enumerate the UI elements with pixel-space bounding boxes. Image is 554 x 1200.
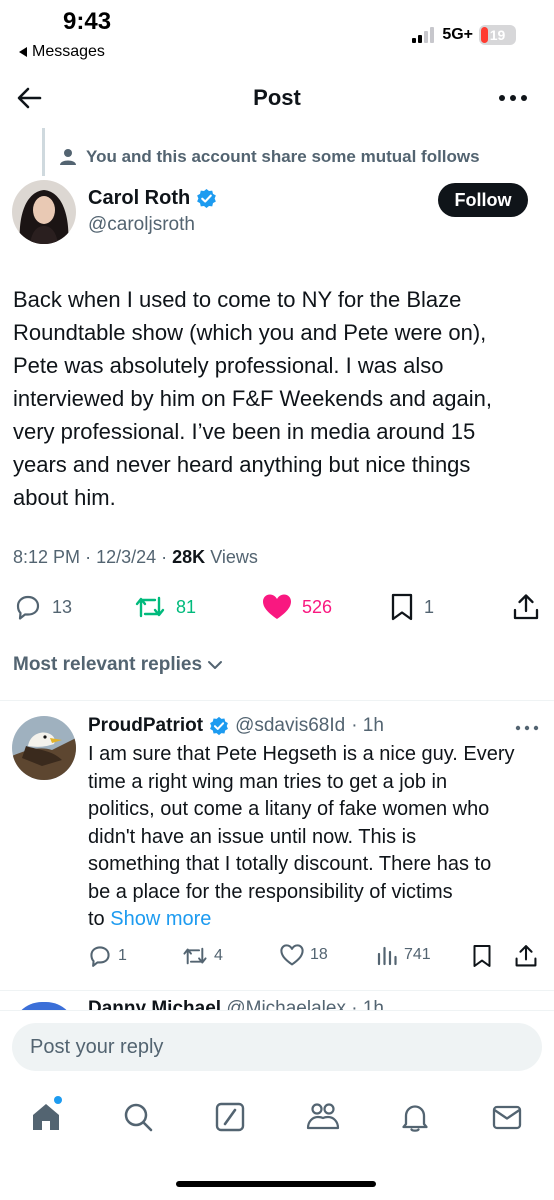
reply-count: 13 — [52, 596, 73, 617]
author-avatar[interactable] — [12, 180, 76, 244]
tab-search[interactable] — [116, 1095, 160, 1139]
replies-sort-label: Most relevant replies — [13, 654, 203, 675]
reply-more-icon[interactable] — [514, 722, 540, 734]
verified-badge-icon — [210, 716, 228, 736]
tab-communities[interactable] — [301, 1095, 345, 1139]
tab-grok[interactable] — [208, 1095, 252, 1139]
back-triangle-icon — [19, 47, 27, 57]
reply-reply-count: 1 — [118, 947, 127, 964]
repost-icon — [183, 947, 207, 965]
search-icon — [124, 1103, 153, 1132]
follow-button[interactable]: Follow — [438, 183, 528, 217]
bookmark-button[interactable]: 1 — [390, 593, 434, 621]
reply-input[interactable] — [12, 1023, 542, 1071]
status-time: 9:43 — [63, 8, 112, 35]
notifications-icon — [402, 1105, 428, 1132]
back-app-label: Messages — [32, 43, 105, 60]
reply-text: I am sure that Pete Hegseth is a nice gu… — [88, 741, 548, 934]
divider — [0, 700, 554, 701]
back-to-app-link[interactable]: Messages — [18, 43, 105, 61]
author-name-row[interactable]: Carol Roth — [88, 187, 217, 210]
post-date: 12/3/24 — [96, 547, 157, 567]
reply-bookmark-button[interactable] — [472, 944, 492, 968]
author-name: Carol Roth — [88, 187, 191, 209]
repost-button[interactable]: 81 — [134, 593, 196, 621]
share-icon — [513, 594, 539, 620]
reply-views-button[interactable]: 741 — [376, 944, 431, 966]
repost-icon — [135, 596, 165, 618]
repost-count: 81 — [176, 596, 197, 617]
share-button[interactable] — [512, 593, 540, 621]
reply-body: I am sure that Pete Hegseth is a nice gu… — [88, 743, 515, 930]
post-text: Back when I used to come to NY for the B… — [13, 287, 492, 510]
like-count: 526 — [302, 596, 333, 617]
network-label: 5G+ — [442, 26, 473, 43]
social-context: You and this account share some mutual f… — [59, 147, 480, 167]
home-indicator — [176, 1181, 376, 1187]
signal-icon — [412, 27, 435, 43]
reply-author-handle: @sdavis68Id — [235, 715, 346, 736]
home-notification-dot — [54, 1096, 62, 1104]
battery-level: 19 — [489, 27, 506, 43]
like-icon — [280, 944, 304, 966]
chevron-down-icon — [208, 661, 223, 669]
reply-icon — [16, 595, 40, 620]
like-button[interactable]: 526 — [262, 593, 332, 621]
battery-icon: 19 — [479, 25, 516, 45]
tab-messages[interactable] — [485, 1095, 529, 1139]
page-title: Post — [253, 85, 301, 110]
reply-avatar[interactable] — [12, 716, 76, 780]
social-context-text: You and this account share some mutual f… — [86, 147, 480, 166]
home-icon — [33, 1104, 59, 1130]
reply-repost-button[interactable]: 4 — [182, 944, 223, 968]
like-icon — [263, 594, 291, 619]
post-meta: 8:12 PM · 12/3/24 · 28K Views — [13, 547, 258, 568]
reply-header[interactable]: ProudPatriot @sdavis68Id · 1h — [88, 715, 384, 737]
verified-badge-icon — [197, 188, 217, 209]
views-label: Views — [210, 547, 258, 567]
divider — [0, 990, 554, 991]
bookmark-icon — [391, 593, 413, 621]
author-handle[interactable]: @caroljsroth — [88, 214, 195, 236]
reply-button[interactable]: 13 — [14, 593, 72, 621]
reply-icon — [90, 946, 110, 967]
meta-separator: · — [161, 547, 173, 567]
reply-views-count: 741 — [404, 946, 431, 963]
grok-icon — [215, 1102, 245, 1132]
reply-reply-button[interactable]: 1 — [88, 944, 127, 968]
thread-line — [42, 128, 45, 176]
status-indicators: 5G+ 19 — [412, 25, 516, 45]
bookmark-count: 1 — [424, 596, 435, 617]
replies-sort-dropdown[interactable]: Most relevant replies — [13, 654, 224, 676]
post-time: 8:12 PM — [13, 547, 81, 567]
reply-like-count: 18 — [310, 946, 328, 963]
bookmark-icon — [473, 945, 491, 967]
reply-share-button[interactable] — [514, 944, 538, 968]
reply-time: · 1h — [351, 715, 384, 736]
tab-notifications[interactable] — [393, 1095, 437, 1139]
views-count: 28K — [172, 547, 206, 567]
reply-repost-count: 4 — [214, 947, 223, 964]
more-icon[interactable] — [498, 90, 528, 106]
show-more-link[interactable]: Show more — [110, 908, 211, 930]
person-icon — [60, 149, 76, 165]
messages-icon — [492, 1105, 522, 1130]
communities-icon — [306, 1103, 340, 1130]
meta-separator: · — [85, 547, 97, 567]
share-icon — [515, 945, 537, 967]
reply-like-button[interactable]: 18 — [280, 944, 328, 966]
views-icon — [377, 946, 397, 966]
reply-author-name: ProudPatriot — [88, 715, 204, 736]
